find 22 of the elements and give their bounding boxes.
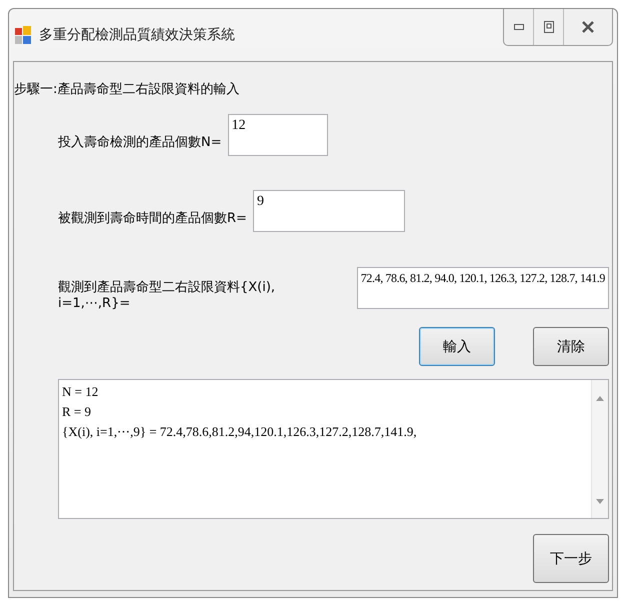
output-line: R = 9 <box>62 403 92 421</box>
close-icon <box>582 21 594 33</box>
scrollbar[interactable] <box>591 380 608 518</box>
minimize-icon <box>514 24 524 30</box>
output-line: N = 12 <box>62 383 100 401</box>
output-textarea[interactable]: N = 12 R = 9 {X(i), i=1,⋯,9} = 72.4,78.6,81.2,94,120.1,126.3,127.2,128.7,141.9, <box>58 379 609 519</box>
window-title: 多重分配檢測品質績效決策系統 <box>39 26 235 44</box>
enter-button[interactable]: 輸入 <box>419 327 495 366</box>
input-field[interactable]: 12 <box>228 114 328 156</box>
output-line: {X(i), i=1,⋯,9} = 72.4,78.6,81.2,94,120.1,126.3,127.2,128.7,141.9, <box>62 423 418 441</box>
input-field[interactable]: 72.4, 78.6, 81.2, 94.0, 120.1, 126.3, 127.2, 128.7, 141.9 <box>356 266 609 308</box>
field-label: 投入壽命檢測的產品個數N= <box>58 134 222 151</box>
clear-button[interactable]: 清除 <box>533 327 609 366</box>
next-button[interactable]: 下一步 <box>533 534 609 583</box>
maximize-icon <box>544 21 554 33</box>
scroll-up-icon <box>596 396 604 401</box>
input-field[interactable]: 9 <box>252 190 405 232</box>
step-title: 步驟一:產品壽命型二右設限資料的輸入 <box>14 81 240 98</box>
field-label: 被觀測到壽命時間的產品個數R= <box>58 210 247 227</box>
field-label: 觀測到產品壽命型二右設限資料{X(i), i=1,⋯,R}= <box>58 279 276 311</box>
app-icon <box>15 26 31 44</box>
scroll-down-icon <box>596 499 604 504</box>
